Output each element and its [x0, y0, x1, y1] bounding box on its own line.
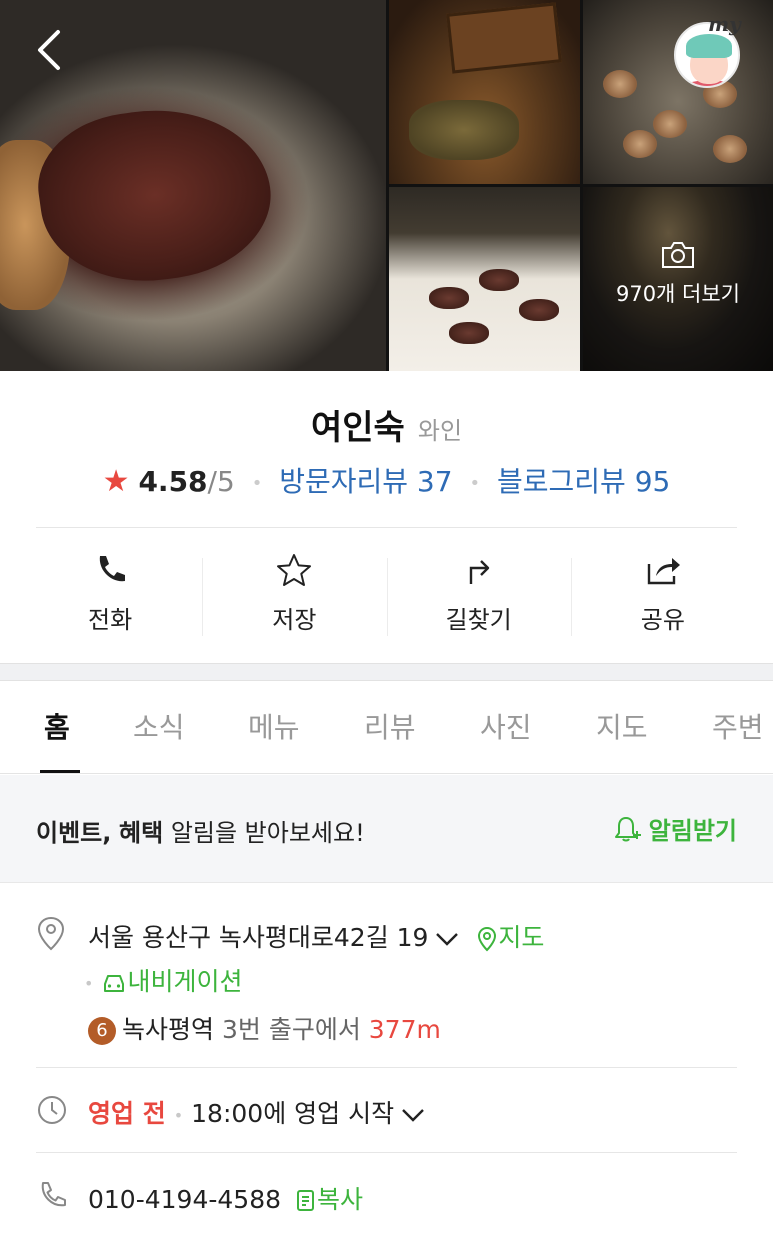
action-label: 전화	[88, 606, 133, 634]
active-tab-indicator	[40, 770, 80, 773]
photo-decor	[603, 70, 637, 98]
photo-decor	[446, 2, 562, 74]
station-exit: 3번 출구에서	[221, 1015, 361, 1044]
rating-max: /5	[207, 465, 235, 498]
location-pin-icon	[37, 916, 65, 951]
notice-bold: 이벤트,	[36, 819, 112, 847]
map-pin-icon	[478, 926, 497, 952]
gallery-photo-3[interactable]	[389, 187, 580, 371]
avatar-decor	[686, 34, 732, 58]
tab-nearby[interactable]: 주변	[712, 706, 764, 746]
phone-icon	[99, 556, 126, 582]
photo-decor	[429, 287, 469, 309]
visitor-reviews-link[interactable]: 방문자리뷰 37	[279, 465, 452, 498]
share-icon	[647, 558, 680, 585]
photo-decor	[479, 269, 519, 291]
action-label: 길찾기	[445, 606, 512, 634]
separator-dot: •	[84, 973, 94, 993]
save-button[interactable]: 저장	[202, 540, 386, 650]
station-name: 녹사평역	[122, 1015, 215, 1044]
blog-reviews-link[interactable]: 블로그리뷰 95	[497, 465, 670, 498]
notification-banner: 이벤트, 혜택 알림을 받아보세요! 알림받기	[0, 775, 773, 883]
address-text[interactable]: 서울 용산구 녹사평대로42길 19	[88, 923, 428, 952]
navigation-label: 내비게이션	[127, 967, 243, 996]
copy-phone-button[interactable]: 복사	[295, 1185, 363, 1214]
subscribe-alerts-button[interactable]: 알림받기	[613, 811, 737, 846]
notice-rest: 알림을 받아보세요!	[170, 819, 365, 847]
phone-number[interactable]: 010-4194-4588	[88, 1185, 281, 1214]
phone-outline-icon	[41, 1182, 66, 1207]
back-button[interactable]	[30, 28, 70, 72]
subway-line-badge: 6	[88, 1017, 116, 1045]
subscribe-alerts-label: 알림받기	[648, 817, 737, 845]
navigation-link[interactable]: 내비게이션	[101, 967, 242, 996]
star-outline-icon	[277, 554, 312, 586]
place-title-row: 여인숙 와인	[0, 400, 773, 449]
rating-score: 4.58	[138, 465, 208, 498]
map-link-label: 지도	[498, 923, 545, 952]
more-photos-button[interactable]: 970개 더보기	[583, 240, 773, 308]
my-label: my	[708, 12, 741, 36]
tab-menu[interactable]: 메뉴	[248, 706, 300, 746]
notice-text: 이벤트, 혜택 알림을 받아보세요!	[36, 813, 365, 848]
navigation-row: • 내비게이션	[84, 962, 242, 998]
chevron-left-icon	[38, 30, 60, 70]
hours-text: 18:00에 영업 시작	[191, 1099, 395, 1128]
photo-decor	[653, 110, 687, 138]
copy-label: 복사	[316, 1185, 363, 1214]
clock-icon	[38, 1096, 66, 1124]
separator-dot: •	[469, 472, 481, 494]
station-row: 6 녹사평역 3번 출구에서 377m	[88, 1010, 441, 1046]
photo-decor	[623, 130, 657, 158]
my-profile-button[interactable]: my	[672, 12, 746, 88]
photo-decor	[409, 100, 519, 160]
section-separator	[0, 663, 773, 681]
separator-dot: •	[173, 1105, 184, 1125]
phone-row: 010-4194-4588 복사	[88, 1180, 363, 1216]
divider	[36, 1067, 737, 1068]
tab-map[interactable]: 지도	[596, 706, 648, 746]
divider	[36, 527, 737, 528]
photo-decor	[449, 322, 489, 344]
share-button[interactable]: 공유	[570, 540, 755, 650]
directions-button[interactable]: 길찾기	[386, 540, 571, 650]
car-icon	[104, 975, 125, 992]
chevron-down-icon[interactable]	[434, 930, 460, 948]
action-bar: 전화 저장 길찾기 공유	[18, 540, 755, 650]
action-label: 공유	[640, 606, 685, 634]
place-name: 여인숙	[310, 408, 405, 448]
gallery-photo-1[interactable]	[389, 0, 580, 184]
place-category: 와인	[417, 417, 463, 445]
rating-row: ★ 4.58/5 • 방문자리뷰 37 • 블로그리뷰 95	[0, 460, 773, 500]
address-row: 서울 용산구 녹사평대로42길 19 지도	[88, 918, 544, 954]
directions-icon	[469, 560, 489, 584]
photo-decor	[713, 135, 747, 163]
hours-row[interactable]: 영업 전 • 18:00에 영업 시작	[88, 1094, 426, 1130]
action-label: 저장	[272, 606, 317, 634]
more-photos-label: 970개 더보기	[615, 282, 741, 306]
camera-icon	[662, 242, 694, 268]
photo-decor	[519, 299, 559, 321]
tab-photos[interactable]: 사진	[480, 706, 532, 746]
tab-home[interactable]: 홈	[44, 706, 70, 746]
station-distance: 377m	[368, 1015, 441, 1044]
star-icon: ★	[102, 464, 130, 499]
photo-gallery[interactable]: 970개 더보기	[0, 0, 773, 371]
notice-bold: 혜택	[119, 819, 164, 847]
separator-dot: •	[251, 472, 263, 494]
hours-status: 영업 전	[88, 1099, 166, 1128]
chevron-down-icon[interactable]	[400, 1106, 426, 1124]
copy-icon	[296, 1190, 314, 1211]
tab-reviews[interactable]: 리뷰	[364, 706, 416, 746]
tab-news[interactable]: 소식	[133, 706, 185, 746]
call-button[interactable]: 전화	[18, 540, 202, 650]
tab-bar: 홈 소식 메뉴 리뷰 사진 지도 주변	[0, 682, 773, 774]
divider	[36, 1152, 737, 1153]
bell-plus-icon	[614, 816, 641, 841]
map-link[interactable]: 지도	[476, 923, 544, 952]
